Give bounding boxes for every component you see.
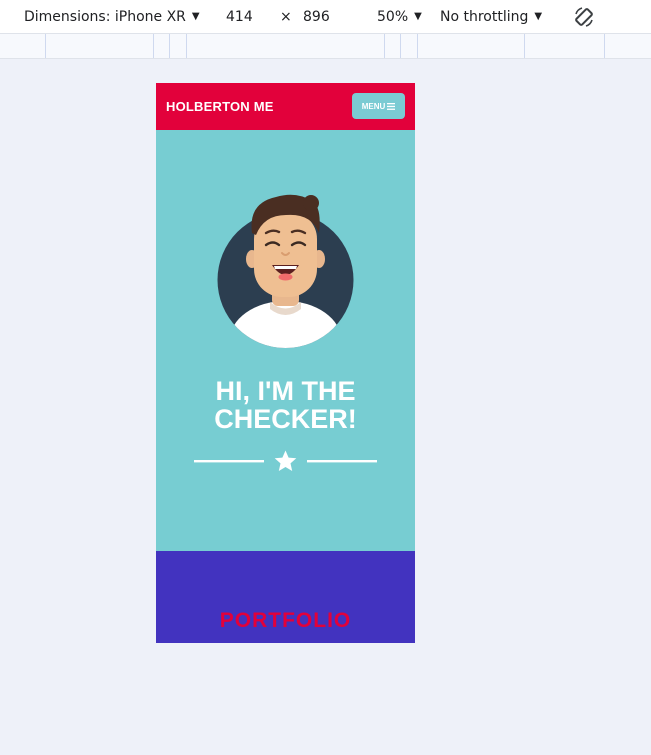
- hero-title-line1: HI, I'M THE: [215, 376, 356, 406]
- ruler-tick: [384, 34, 385, 58]
- ruler-tick: [186, 34, 187, 58]
- hero-title: HI, I'M THE CHECKER!: [156, 377, 415, 433]
- hero-title-line2: CHECKER!: [214, 404, 357, 434]
- rotate-button[interactable]: [573, 0, 595, 33]
- width-input[interactable]: 414: [226, 0, 253, 33]
- height-input[interactable]: 896: [303, 0, 330, 33]
- media-query-ruler: [0, 33, 651, 59]
- rotate-icon: [575, 6, 593, 27]
- ruler-tick: [417, 34, 418, 58]
- ruler-tick: [524, 34, 525, 58]
- devtools-toolbar: Dimensions: iPhone XR ▼ 414 × 896 50% ▼ …: [0, 0, 651, 33]
- width-value: 414: [226, 8, 253, 25]
- zoom-value: 50%: [377, 8, 409, 25]
- throttling-value: No throttling: [440, 8, 529, 25]
- portfolio-title: PORTFOLIO: [219, 609, 352, 632]
- ruler-tick: [400, 34, 401, 58]
- height-value: 896: [303, 8, 330, 25]
- ruler-tick: [604, 34, 605, 58]
- dimensions-label: Dimensions: iPhone XR: [24, 8, 186, 25]
- zoom-select[interactable]: 50% ▼: [377, 0, 422, 33]
- times-sign: ×: [280, 0, 292, 33]
- ruler-tick: [45, 34, 46, 58]
- throttling-select[interactable]: No throttling ▼: [440, 0, 542, 33]
- device-viewport: HOLBERTON ME MENU HI, I'M THE CHECKER! P…: [156, 83, 415, 643]
- ruler-tick: [169, 34, 170, 58]
- chevron-down-icon: ▼: [414, 11, 422, 22]
- avatar: [217, 194, 354, 348]
- star-icon: [274, 450, 297, 471]
- chevron-down-icon: ▼: [534, 11, 543, 22]
- star-divider: [194, 450, 377, 471]
- portfolio-section: PORTFOLIO: [156, 551, 415, 643]
- times-text: ×: [280, 8, 292, 25]
- chevron-down-icon: ▼: [191, 11, 200, 22]
- device-dimensions-select[interactable]: Dimensions: iPhone XR ▼: [24, 0, 200, 33]
- ruler-tick: [153, 34, 154, 58]
